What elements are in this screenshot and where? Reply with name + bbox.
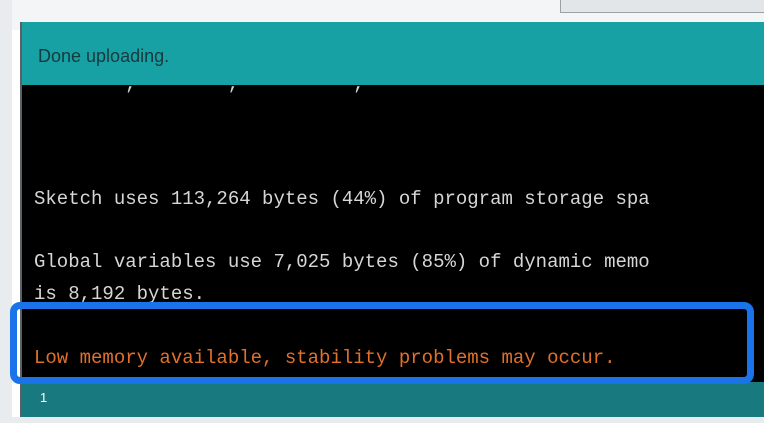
status-message: Done uploading. <box>38 46 170 66</box>
status-bar: Done uploading. <box>22 22 764 85</box>
bottom-frame <box>0 417 764 423</box>
top-panel-edge <box>560 0 764 13</box>
line-number-indicator: 1 <box>40 390 48 405</box>
footer-status-bar: 1 <box>22 382 764 417</box>
console-line-cut-off: , , , <box>34 85 422 95</box>
console-line-sketch-size: Sketch uses 113,264 bytes (44%) of progr… <box>34 188 650 210</box>
warning-highlight-box <box>10 302 754 384</box>
console-line-global-vars: Global variables use 7,025 bytes (85%) o… <box>34 251 650 273</box>
